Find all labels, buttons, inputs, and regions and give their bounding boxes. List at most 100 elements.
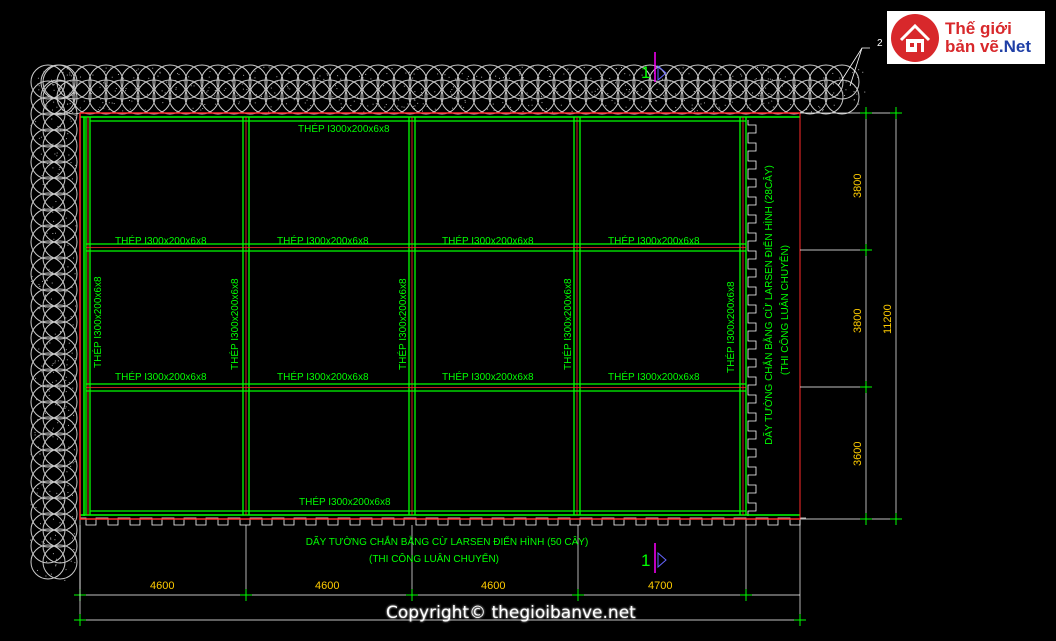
pile-texture-dot: [38, 447, 39, 448]
beam-label: THÉP I300x200x6x8: [277, 370, 369, 383]
pile-texture-dot: [675, 107, 676, 108]
pile-texture-dot: [188, 76, 189, 77]
pile-texture-dot: [73, 549, 74, 550]
pile-texture-dot: [125, 90, 126, 91]
pile-texture-dot: [657, 89, 658, 90]
pile-texture-dot: [158, 76, 159, 77]
pile-texture-dot: [72, 388, 73, 389]
pile-texture-dot: [617, 104, 618, 105]
pile-texture-dot: [856, 94, 857, 95]
pile-texture-dot: [66, 218, 67, 219]
pile-texture-dot: [38, 307, 39, 308]
pile-texture-dot: [719, 107, 720, 108]
pile-texture-dot: [60, 130, 61, 131]
pile-texture-dot: [242, 84, 243, 85]
pile-texture-dot: [370, 78, 371, 79]
pile-texture-dot: [745, 92, 746, 93]
pile-texture-dot: [692, 98, 693, 99]
pile-texture-dot: [772, 79, 773, 80]
pile-texture-dot: [276, 76, 277, 77]
pile-texture-dot: [72, 516, 73, 517]
pile-texture-dot: [53, 221, 54, 222]
pile-circle: [809, 80, 843, 114]
pile-texture-dot: [72, 495, 73, 496]
pile-texture-dot: [62, 402, 63, 403]
dim-h-4: 4700: [648, 580, 672, 592]
pile-texture-dot: [206, 84, 207, 85]
pile-texture-dot: [453, 86, 454, 87]
pile-texture-dot: [485, 84, 486, 85]
pile-texture-dot: [806, 109, 807, 110]
pile-texture-dot: [494, 110, 495, 111]
pile-texture-dot: [202, 108, 203, 109]
pile-texture-dot: [70, 162, 71, 163]
pile-texture-dot: [354, 110, 355, 111]
pile-texture-dot: [763, 103, 764, 104]
pile-texture-dot: [32, 523, 33, 524]
pile-texture-dot: [523, 111, 524, 112]
pile-texture-dot: [261, 96, 262, 97]
pile-texture-dot: [43, 529, 44, 530]
pile-texture-dot: [317, 78, 318, 79]
pile-circle: [233, 80, 267, 114]
pile-texture-dot: [193, 67, 194, 68]
pile-texture-dot: [31, 281, 32, 282]
pile-texture-dot: [67, 245, 68, 246]
pile-texture-dot: [603, 75, 604, 76]
pile-texture-dot: [550, 76, 551, 77]
pile-texture-dot: [74, 375, 75, 376]
pile-texture-dot: [752, 92, 753, 93]
pile-texture-dot: [862, 72, 863, 73]
pile-texture-dot: [47, 386, 48, 387]
pile-texture-dot: [575, 94, 576, 95]
pile-texture-dot: [303, 110, 304, 111]
pile-texture-dot: [71, 287, 72, 288]
pile-texture-dot: [107, 85, 108, 86]
pile-texture-dot: [68, 447, 69, 448]
pile-texture-dot: [523, 77, 524, 78]
pile-texture-dot: [33, 156, 34, 157]
pile-texture-dot: [73, 200, 74, 201]
pile-circle: [745, 65, 779, 99]
pile-texture-dot: [47, 183, 48, 184]
pile-texture-dot: [844, 95, 845, 96]
pile-texture-dot: [66, 291, 67, 292]
pile-texture-dot: [768, 103, 769, 104]
pile-texture-dot: [34, 151, 35, 152]
pile-texture-dot: [69, 461, 70, 462]
pile-texture-dot: [31, 310, 32, 311]
pile-texture-dot: [547, 70, 548, 71]
pile-texture-dot: [100, 99, 101, 100]
pile-texture-dot: [39, 138, 40, 139]
pile-texture-dot: [243, 89, 244, 90]
pile-texture-dot: [857, 77, 858, 78]
pile-texture-dot: [665, 103, 666, 104]
pile-circle: [713, 80, 747, 114]
pile-texture-dot: [370, 69, 371, 70]
pile-texture-dot: [405, 73, 406, 74]
pile-texture-dot: [683, 67, 684, 68]
pile-texture-dot: [837, 98, 838, 99]
pile-texture-dot: [60, 247, 61, 248]
pile-texture-dot: [59, 169, 60, 170]
pile-texture-dot: [42, 175, 43, 176]
pile-texture-dot: [75, 93, 76, 94]
pile-circle: [521, 65, 555, 99]
pile-texture-dot: [38, 78, 39, 79]
pile-texture-dot: [55, 360, 56, 361]
pile-texture-dot: [53, 553, 54, 554]
pile-texture-dot: [50, 208, 51, 209]
pile-texture-dot: [39, 85, 40, 86]
pile-texture-dot: [239, 96, 240, 97]
beam-label: THÉP I300x200x6x8: [91, 276, 104, 368]
pile-circle: [249, 65, 283, 99]
pile-texture-dot: [823, 77, 824, 78]
pile-texture-dot: [91, 93, 92, 94]
pile-texture-dot: [285, 93, 286, 94]
pile-texture-dot: [63, 241, 64, 242]
pile-texture-dot: [684, 100, 685, 101]
pile-texture-dot: [32, 333, 33, 334]
pile-texture-dot: [109, 109, 110, 110]
pile-texture-dot: [423, 103, 424, 104]
pile-texture-dot: [751, 81, 752, 82]
